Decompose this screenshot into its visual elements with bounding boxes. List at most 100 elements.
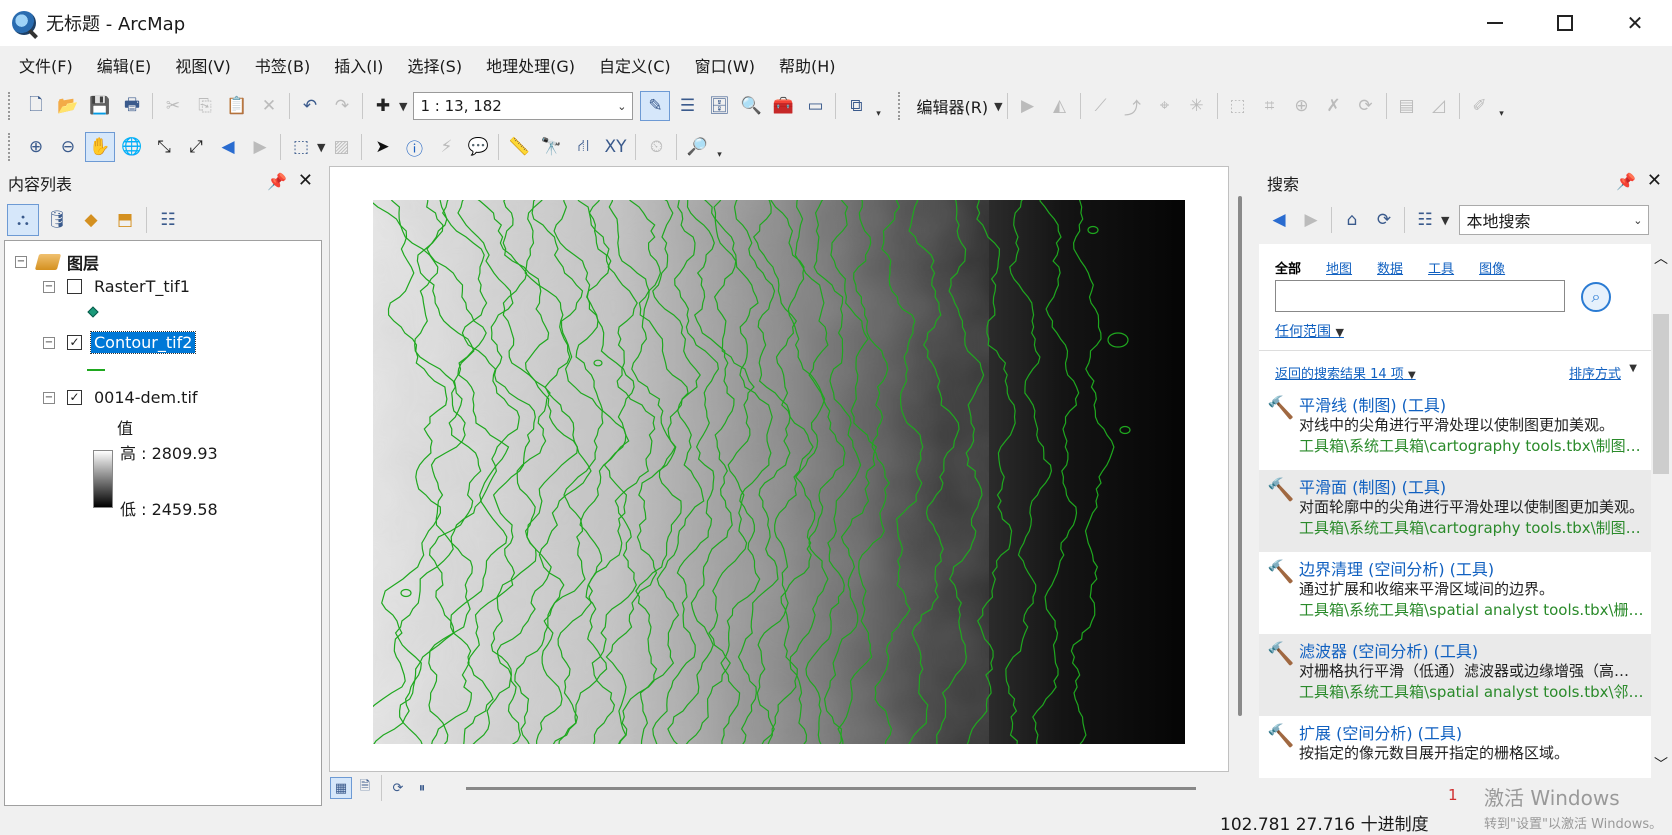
table-of-contents-icon[interactable]: ☰	[672, 91, 702, 121]
toc-options-icon[interactable]: ☷	[152, 204, 184, 236]
create-features-icon[interactable]: ✐	[1465, 91, 1495, 121]
measure-icon[interactable]: 📏	[504, 132, 534, 162]
layers-root-row[interactable]: − 图层	[15, 250, 99, 274]
search-window-icon[interactable]: 🔍	[736, 91, 766, 121]
catalog-icon[interactable]: 🗄	[704, 91, 734, 121]
delete-icon[interactable]: ✕	[254, 91, 284, 121]
toolbar-options-icon[interactable]: ▾	[713, 134, 725, 160]
pin-icon[interactable]: 📌	[1616, 172, 1636, 191]
pan-hand-icon[interactable]: ✋	[85, 132, 115, 162]
editor-dropdown-icon[interactable]: ▼	[994, 100, 1002, 113]
menu-geoprocessing[interactable]: 地理处理(G)	[474, 50, 587, 84]
search-scope-select[interactable]: 本地搜索 ⌄	[1459, 205, 1650, 235]
result-title[interactable]: 平滑线 (制图) (工具)	[1299, 392, 1446, 416]
layer-visibility-checkbox[interactable]: ✓	[67, 390, 82, 405]
result-title[interactable]: 滤波器 (空间分析) (工具)	[1299, 638, 1478, 662]
tab-maps[interactable]: 地图	[1326, 258, 1352, 277]
result-title[interactable]: 边界清理 (空间分析) (工具)	[1299, 556, 1494, 580]
results-count-dropdown[interactable]: 返回的搜索结果 14 项 ▼	[1275, 363, 1416, 382]
scroll-down-icon[interactable]: ﹀	[1654, 754, 1668, 774]
menu-windows[interactable]: 窗口(W)	[683, 50, 767, 84]
cut-icon[interactable]: ✂	[158, 91, 188, 121]
search-result[interactable]: 🔨 平滑线 (制图) (工具) 对线中的尖角进行平滑处理以使制图更加美观。 工具…	[1259, 388, 1651, 470]
map-scale-combobox[interactable]: 1 : 13, 182 ⌄	[413, 92, 634, 120]
map-display[interactable]	[329, 166, 1229, 772]
copy-icon[interactable]: ⎘	[190, 91, 220, 121]
collapse-icon[interactable]: −	[15, 256, 27, 268]
list-by-source-icon[interactable]: 🛢	[41, 204, 73, 236]
search-vertical-scrollbar[interactable]: ︿ ﹀	[1651, 244, 1672, 778]
sort-dropdown[interactable]: 排序方式 ▼	[1569, 363, 1637, 382]
view-options-dropdown-icon[interactable]: ▼	[1441, 214, 1449, 227]
minimize-button[interactable]	[1460, 0, 1530, 46]
paste-icon[interactable]: 📋	[222, 91, 252, 121]
search-result[interactable]: 🔨 平滑面 (制图) (工具) 对面轮廓中的尖角进行平滑处理以使制图更加美观。 …	[1259, 470, 1651, 552]
tab-data[interactable]: 数据	[1377, 258, 1403, 277]
close-icon[interactable]: ✕	[1647, 170, 1662, 191]
search-result[interactable]: 🔨 滤波器 (空间分析) (工具) 对栅格执行平滑（低通）滤波器或边缘增强（高通…	[1259, 634, 1651, 716]
arctoolbox-icon[interactable]: 🧰	[768, 91, 798, 121]
spatial-range-dropdown[interactable]: 任何范围 ▼	[1275, 321, 1344, 341]
fixed-zoom-in-icon[interactable]: ⤡	[149, 132, 179, 162]
menu-help[interactable]: 帮助(H)	[767, 50, 848, 84]
forward-arrow-icon[interactable]: ▶	[245, 132, 275, 162]
list-by-selection-icon[interactable]: ⬒	[109, 204, 141, 236]
pause-drawing-icon[interactable]: ⏸	[411, 777, 433, 799]
close-icon[interactable]: ✕	[298, 170, 313, 191]
menu-bookmarks[interactable]: 书签(B)	[243, 50, 322, 84]
undo-icon[interactable]: ↶	[295, 91, 325, 121]
refresh-icon[interactable]: ⟳	[387, 777, 409, 799]
magnifier-window-icon[interactable]: 🔎	[682, 132, 712, 162]
result-title[interactable]: 扩展 (空间分析) (工具)	[1299, 720, 1462, 744]
layout-view-icon[interactable]: 🗎	[354, 777, 376, 799]
close-window-button[interactable]: ✕	[1600, 0, 1670, 46]
select-elements-icon[interactable]: ➤	[367, 132, 397, 162]
layer-visibility-checkbox[interactable]	[67, 279, 82, 294]
zoom-out-icon[interactable]: ⊖	[53, 132, 83, 162]
tab-tools[interactable]: 工具	[1428, 258, 1454, 277]
full-extent-globe-icon[interactable]: 🌐	[117, 132, 147, 162]
scroll-up-icon[interactable]: ︿	[1654, 248, 1668, 268]
python-window-icon[interactable]: ▭	[800, 91, 830, 121]
find-binoculars-icon[interactable]: 🔭	[536, 132, 566, 162]
list-by-drawing-order-icon[interactable]: ⛬	[7, 204, 39, 236]
layer-row-contour[interactable]: − ✓ Contour_tif2	[43, 331, 197, 354]
find-route-icon[interactable]: ⛙	[568, 132, 598, 162]
split-tool-icon[interactable]: ✗	[1319, 91, 1349, 121]
point-symbol-icon[interactable]	[87, 306, 99, 318]
search-input[interactable]	[1275, 280, 1565, 312]
search-result[interactable]: 🔨 扩展 (空间分析) (工具) 按指定的像元数目展开指定的栅格区域。	[1259, 716, 1651, 778]
snapping-icon[interactable]: ✳	[1182, 91, 1212, 121]
html-popup-icon[interactable]: 💬	[463, 132, 493, 162]
menu-edit[interactable]: 编辑(E)	[85, 50, 164, 84]
reshape-feature-icon[interactable]: ⌗	[1255, 91, 1285, 121]
layer-visibility-checkbox[interactable]: ✓	[67, 335, 82, 350]
menu-insert[interactable]: 插入(I)	[322, 50, 395, 84]
layer-name[interactable]: 0014-dem.tif	[94, 388, 198, 407]
map-horizontal-scrollbar[interactable]	[466, 786, 1196, 790]
cut-polygons-icon[interactable]: ⊕	[1287, 91, 1317, 121]
construction-tools-icon[interactable]: ⌖	[1150, 91, 1180, 121]
list-by-visibility-icon[interactable]: ◆	[75, 204, 107, 236]
back-arrow-icon[interactable]: ◀	[213, 132, 243, 162]
back-arrow-icon[interactable]: ◀	[1264, 205, 1294, 235]
straight-segment-icon[interactable]: ⟋	[1086, 91, 1116, 121]
collapse-icon[interactable]: −	[43, 391, 55, 404]
sketch-properties-icon[interactable]: ◿	[1424, 91, 1454, 121]
print-icon[interactable]: 🖶	[117, 91, 147, 121]
menu-selection[interactable]: 选择(S)	[395, 50, 474, 84]
attributes-icon[interactable]: ▤	[1392, 91, 1422, 121]
legend-color-ramp[interactable]	[93, 450, 113, 508]
save-icon[interactable]: 💾	[85, 91, 115, 121]
menu-view[interactable]: 视图(V)	[163, 50, 242, 84]
new-document-icon[interactable]: 🗋	[21, 91, 51, 121]
tab-all[interactable]: 全部	[1275, 258, 1301, 277]
toolbar-grip[interactable]	[898, 92, 904, 120]
collapse-icon[interactable]: −	[43, 336, 55, 349]
home-icon[interactable]: ⌂	[1337, 205, 1367, 235]
zoom-in-icon[interactable]: ⊕	[21, 132, 51, 162]
maximize-button[interactable]	[1530, 0, 1600, 46]
select-features-icon[interactable]: ⬚	[286, 132, 316, 162]
add-data-icon[interactable]: ✚	[368, 91, 398, 121]
go-to-xy-icon[interactable]: XY	[600, 132, 630, 162]
